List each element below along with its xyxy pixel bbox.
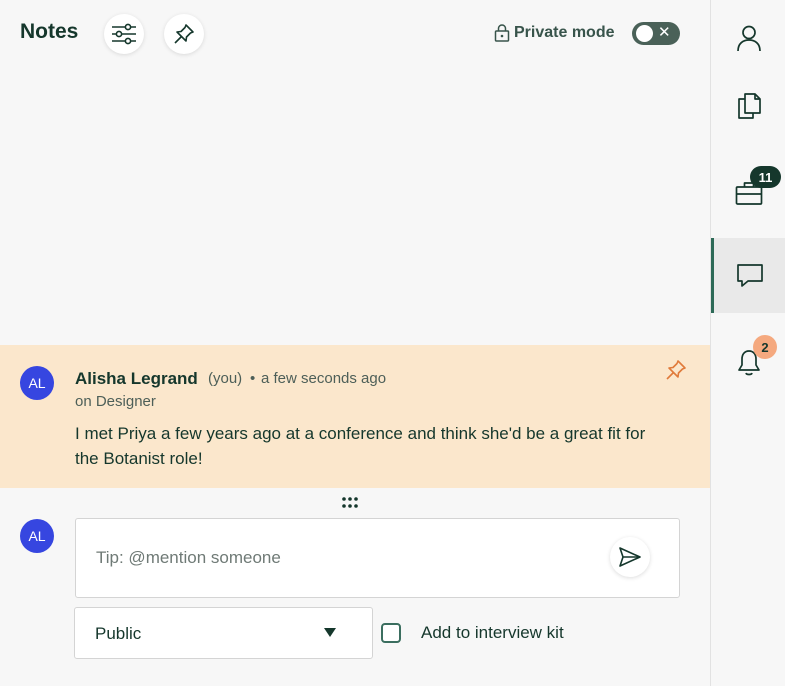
note-context: on Designer xyxy=(75,393,156,410)
chat-icon xyxy=(737,263,763,287)
send-icon xyxy=(619,547,641,567)
avatar: AL xyxy=(20,519,54,553)
documents-icon xyxy=(737,92,761,119)
notes-panel: Notes Private mode ✕ AL Alisha Legrand (… xyxy=(0,0,710,686)
rail-item-documents[interactable] xyxy=(711,68,785,143)
note-body: I met Priya a few years ago at a confere… xyxy=(75,424,646,468)
rail-item-profile[interactable] xyxy=(711,0,785,75)
pin-icon[interactable] xyxy=(664,358,688,382)
pinned-filter-button[interactable] xyxy=(164,14,204,54)
private-mode: Private mode xyxy=(494,24,614,42)
rail-item-notes[interactable] xyxy=(711,238,785,313)
meta-separator: • xyxy=(250,370,256,387)
note-input[interactable] xyxy=(76,519,596,597)
note-author[interactable]: Alisha Legrand xyxy=(75,369,198,389)
add-to-interview-kit-label[interactable]: Add to interview kit xyxy=(421,623,564,643)
avatar: AL xyxy=(20,366,54,400)
you-tag: (you) xyxy=(208,370,243,387)
lock-icon xyxy=(494,24,510,42)
note-timestamp: a few seconds ago xyxy=(261,370,387,387)
visibility-selected: Public xyxy=(95,624,142,643)
rail-item-notifications[interactable] xyxy=(711,325,785,400)
filter-button[interactable] xyxy=(104,14,144,54)
visibility-select[interactable]: Public xyxy=(74,607,373,659)
page-title: Notes xyxy=(20,20,79,43)
note-card: AL Alisha Legrand (you) • a few seconds … xyxy=(0,345,710,488)
note-input-box xyxy=(75,518,680,598)
caret-down-icon xyxy=(324,628,336,637)
toggle-knob xyxy=(636,25,653,42)
drag-handle-icon[interactable] xyxy=(340,496,360,510)
private-mode-toggle[interactable]: ✕ xyxy=(632,22,680,45)
close-icon: ✕ xyxy=(658,24,671,41)
side-rail: 11 2 xyxy=(710,0,785,686)
send-button[interactable] xyxy=(610,537,650,577)
pin-icon xyxy=(174,24,194,44)
private-mode-label: Private mode xyxy=(514,24,615,41)
person-icon xyxy=(736,25,761,51)
jobs-count-badge: 11 xyxy=(750,166,781,188)
sliders-icon xyxy=(112,23,136,45)
add-to-interview-kit-checkbox[interactable] xyxy=(381,623,401,643)
notifications-count-badge: 2 xyxy=(753,335,777,359)
